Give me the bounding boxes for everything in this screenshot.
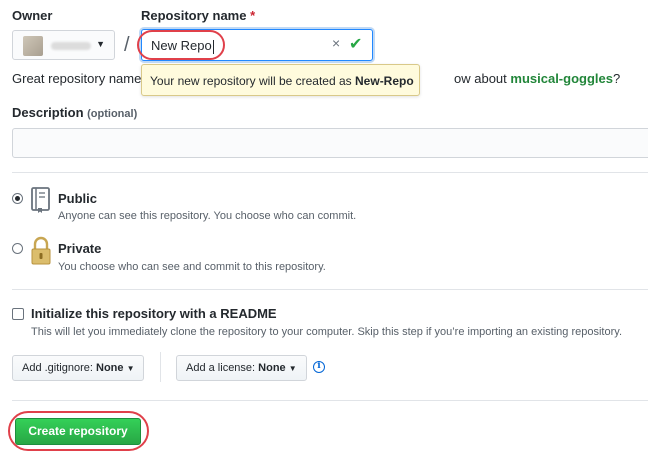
public-radio[interactable] xyxy=(12,193,23,204)
description-label-text: Description xyxy=(12,105,84,120)
private-radio[interactable] xyxy=(12,243,23,254)
readme-desc: This will let you immediately clone the … xyxy=(31,326,622,338)
caret-down-icon: ▼ xyxy=(288,364,297,373)
owner-label: Owner xyxy=(12,8,53,23)
license-prefix: Add a license: xyxy=(186,362,256,374)
check-icon: ✔ xyxy=(349,36,363,53)
repo-name-hint: Great repository name xyxy=(12,71,142,86)
avatar xyxy=(23,36,43,56)
description-label: Description (optional) xyxy=(12,105,137,120)
gitignore-prefix: Add .gitignore: xyxy=(22,362,93,374)
private-title: Private xyxy=(58,241,102,256)
clear-icon[interactable]: × xyxy=(332,35,340,51)
repo-name-label-text: Repository name xyxy=(141,8,247,23)
divider xyxy=(12,289,648,290)
caret-down-icon: ▼ xyxy=(126,364,135,373)
readme-checkbox[interactable] xyxy=(12,308,24,320)
hint-suffix-text: ow about xyxy=(454,71,507,86)
caret-down-icon: ▼ xyxy=(96,39,105,49)
hint-end: ? xyxy=(612,71,621,86)
lock-icon xyxy=(31,236,51,265)
repo-name-label: Repository name * xyxy=(141,8,255,23)
gitignore-dropdown[interactable]: Add .gitignore: None ▼ xyxy=(12,355,145,381)
highlight-annotation-create-button xyxy=(8,411,149,451)
license-dropdown[interactable]: Add a license: None ▼ xyxy=(176,355,307,381)
gitignore-value: None xyxy=(96,362,124,374)
tooltip-text: Your new repository will be created as xyxy=(150,74,352,88)
owner-repo-separator: / xyxy=(124,34,130,56)
required-mark: * xyxy=(250,8,256,23)
repo-book-icon xyxy=(31,187,50,213)
tooltip-repo-name: New-Repo xyxy=(355,74,414,88)
highlight-annotation-repo-name xyxy=(137,30,225,60)
repo-name-hint-suffix: ow about musical-goggles? xyxy=(454,71,620,86)
public-title: Public xyxy=(58,191,98,206)
description-input[interactable] xyxy=(12,128,648,158)
suggestion-link[interactable]: musical-goggles xyxy=(510,71,613,86)
repo-name-tooltip: Your new repository will be created as N… xyxy=(141,64,420,96)
private-desc: You choose who can see and commit to thi… xyxy=(58,261,326,273)
divider xyxy=(160,352,161,382)
readme-title: Initialize this repository with a README xyxy=(31,306,277,321)
divider xyxy=(12,400,648,401)
owner-name-blurred xyxy=(51,42,91,50)
optional-note: (optional) xyxy=(87,108,138,120)
owner-select[interactable]: ▼ xyxy=(12,30,115,60)
info-icon[interactable]: i xyxy=(313,361,325,373)
license-value: None xyxy=(258,362,286,374)
public-desc: Anyone can see this repository. You choo… xyxy=(58,210,357,222)
divider xyxy=(12,172,648,173)
